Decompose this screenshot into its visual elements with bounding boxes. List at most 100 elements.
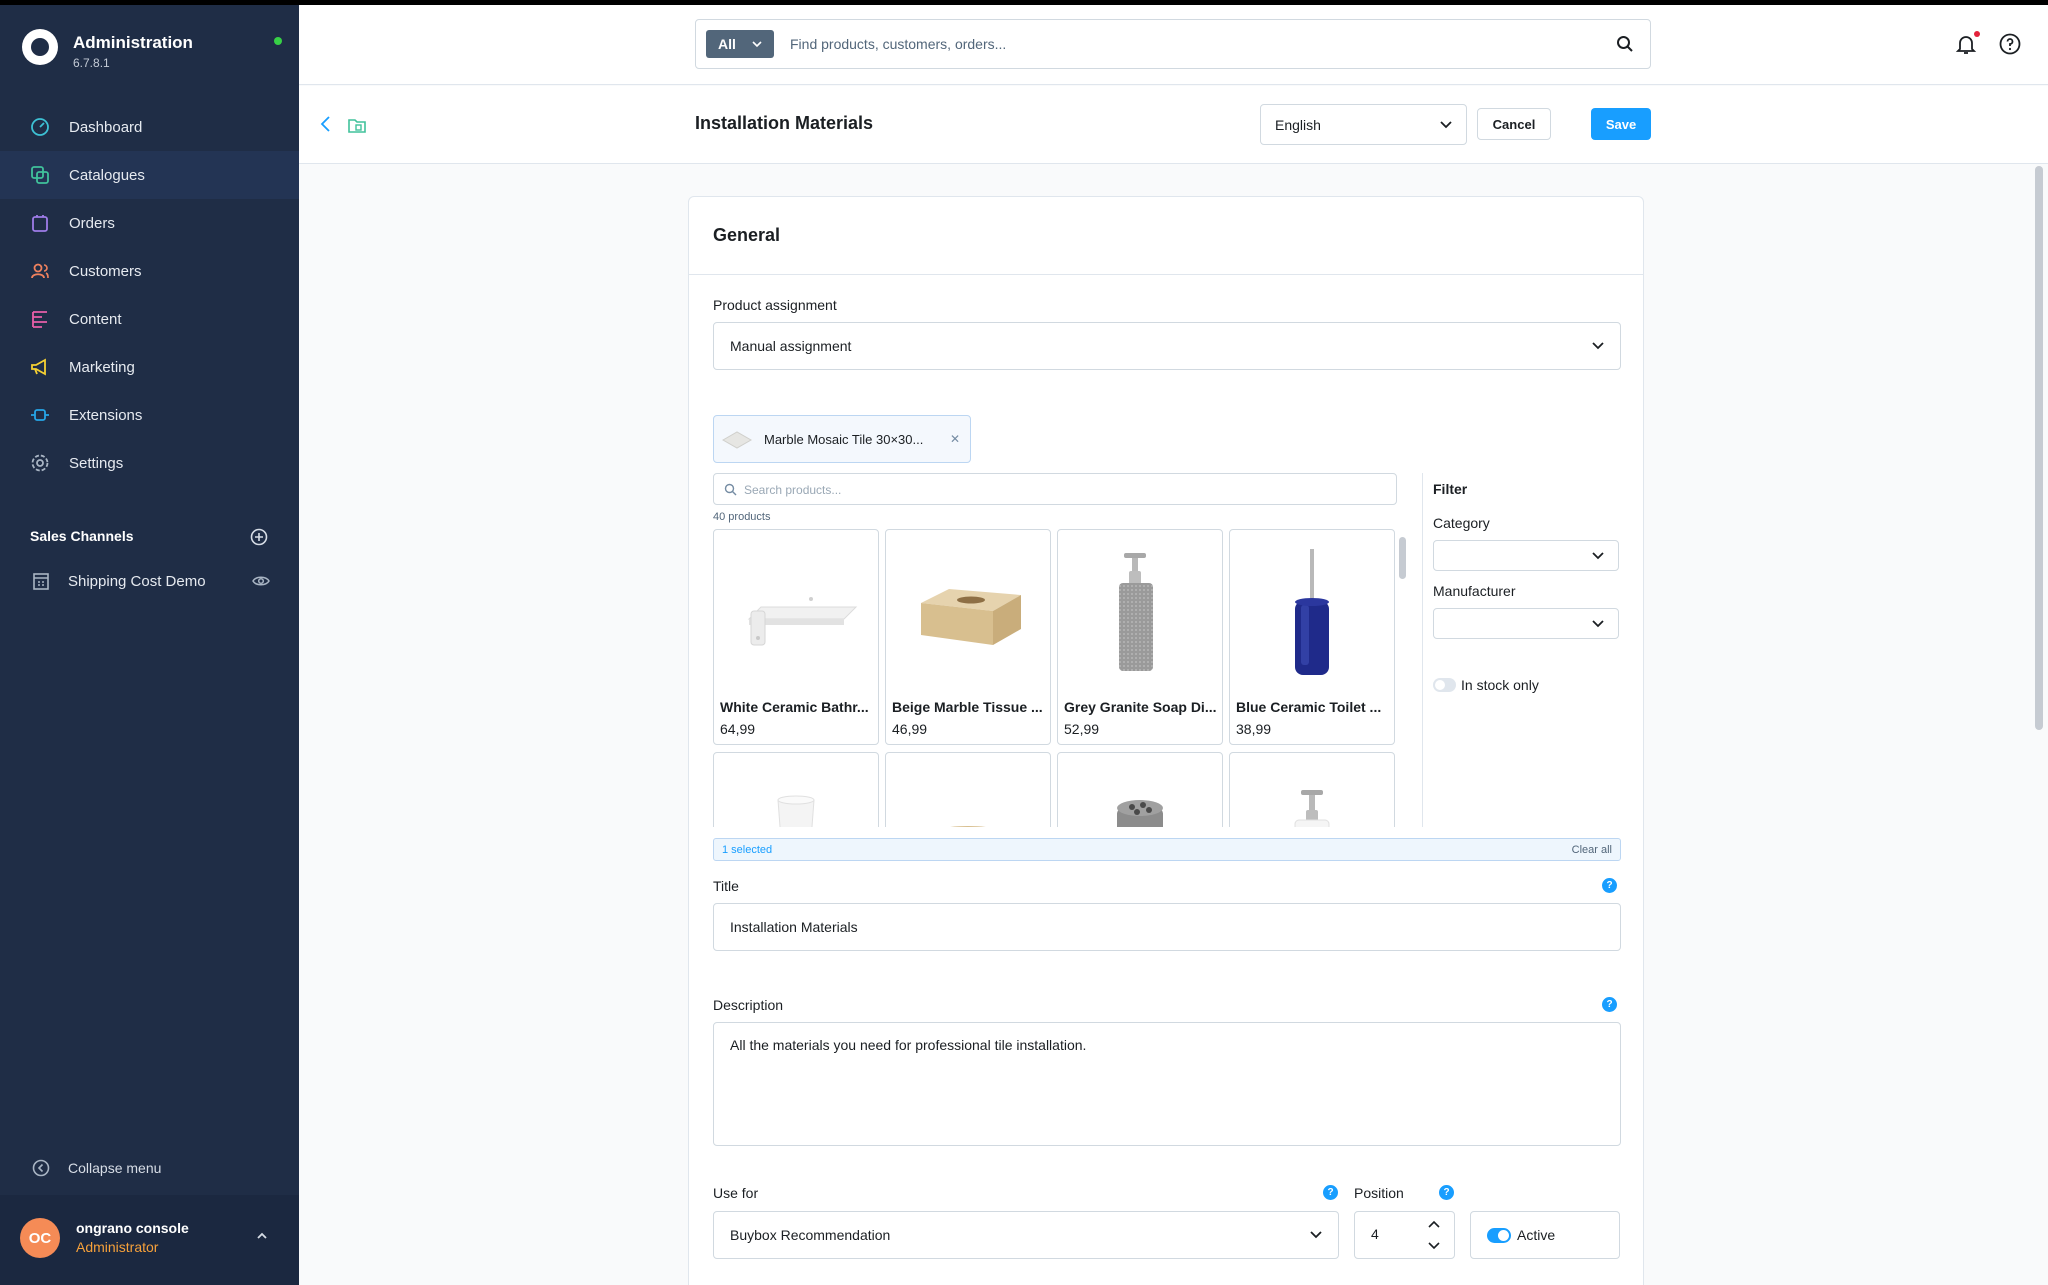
nav-item-dashboard[interactable]: Dashboard — [0, 103, 299, 151]
customers-icon — [29, 260, 51, 282]
save-button[interactable]: Save — [1591, 108, 1651, 140]
product-assignment-select[interactable]: Manual assignment — [713, 322, 1621, 370]
page-scrollbar[interactable] — [2035, 166, 2043, 730]
product-search — [713, 473, 1397, 505]
cancel-button[interactable]: Cancel — [1477, 108, 1551, 140]
nav-item-orders[interactable]: Orders — [0, 199, 299, 247]
title-input[interactable] — [713, 903, 1621, 951]
description-help-icon[interactable]: ? — [1602, 997, 1617, 1012]
nav-item-marketing[interactable]: Marketing — [0, 343, 299, 391]
clear-all-button[interactable]: Clear all — [1572, 844, 1612, 856]
chevron-down-icon — [1592, 552, 1604, 560]
nav-item-customers[interactable]: Customers — [0, 247, 299, 295]
product-price: 64,99 — [720, 721, 756, 737]
product-name: Beige Marble Tissue ... — [892, 699, 1043, 715]
search-icon — [724, 483, 737, 496]
general-card: General Product assignment Manual assign… — [688, 196, 1644, 1285]
back-arrow-icon[interactable] — [317, 114, 335, 134]
product-price: 46,99 — [892, 721, 928, 737]
product-price: 38,99 — [1236, 721, 1272, 737]
nav-item-settings[interactable]: Settings — [0, 439, 299, 487]
user-menu[interactable]: OC ongrano console Administrator — [0, 1195, 299, 1285]
card-title: General — [713, 225, 781, 245]
nav-label: Dashboard — [69, 118, 143, 136]
product-assignment-label: Product assignment — [713, 297, 837, 313]
selected-count[interactable]: 1 selected — [722, 844, 772, 856]
search-type-dropdown[interactable]: All — [706, 30, 774, 58]
use-for-label: Use for — [713, 1185, 759, 1201]
product-image — [715, 531, 877, 691]
help-icon[interactable] — [1998, 32, 2022, 56]
storefront-icon — [30, 570, 52, 592]
use-for-help-icon[interactable]: ? — [1323, 1185, 1338, 1200]
active-label: Active — [1517, 1227, 1556, 1243]
dashboard-icon — [29, 116, 51, 138]
product-card[interactable] — [713, 752, 879, 827]
position-help-icon[interactable]: ? — [1439, 1185, 1454, 1200]
sales-channel-item[interactable]: Shipping Cost Demo — [30, 570, 270, 592]
settings-icon — [29, 452, 51, 474]
user-name: ongrano console — [76, 1220, 189, 1236]
use-for-select[interactable]: Buybox Recommendation — [713, 1211, 1339, 1259]
active-switch-field: Active — [1470, 1211, 1620, 1259]
product-grid-scrollbar[interactable] — [1399, 537, 1406, 579]
nav-label: Marketing — [69, 358, 135, 376]
category-filter-select[interactable] — [1433, 540, 1619, 571]
nav-label: Orders — [69, 214, 115, 232]
close-icon[interactable]: ✕ — [950, 432, 960, 446]
in-stock-toggle[interactable] — [1433, 678, 1456, 692]
nav-label: Settings — [69, 454, 124, 472]
sidebar: Administration 6.7.8.1 Dashboard Catalog… — [0, 5, 299, 1285]
selected-product-chip[interactable]: Marble Mosaic Tile 30×30... ✕ — [713, 415, 971, 463]
marketing-icon — [29, 356, 51, 378]
position-label: Position — [1354, 1185, 1404, 1201]
product-card[interactable]: Blue Ceramic Toilet ... 38,99 — [1229, 529, 1395, 745]
selection-bar: 1 selected Clear all — [713, 838, 1621, 861]
title-help-icon[interactable]: ? — [1602, 878, 1617, 893]
active-toggle[interactable] — [1487, 1228, 1511, 1243]
category-filter-label: Category — [1433, 515, 1490, 531]
main-nav: Dashboard Catalogues Orders Customers Co… — [0, 103, 299, 487]
collapse-menu-button[interactable]: Collapse menu — [30, 1157, 161, 1179]
product-search-input[interactable] — [744, 481, 1344, 499]
chevron-up-icon[interactable] — [255, 1229, 269, 1243]
description-textarea[interactable]: All the materials you need for professio… — [713, 1022, 1621, 1146]
orders-icon — [29, 212, 51, 234]
manufacturer-filter-select[interactable] — [1433, 608, 1619, 639]
manufacturer-filter-label: Manufacturer — [1433, 583, 1516, 599]
language-switch[interactable]: English — [1260, 104, 1467, 145]
position-stepper[interactable]: 4 — [1354, 1211, 1455, 1259]
product-name: Grey Granite Soap Di... — [1064, 699, 1217, 715]
product-image — [1231, 754, 1393, 827]
title-label: Title — [713, 878, 739, 894]
eye-icon[interactable] — [252, 573, 270, 589]
top-header: All — [299, 5, 2048, 85]
product-card[interactable]: White Ceramic Bathr... 64,99 — [713, 529, 879, 745]
chevron-up-icon[interactable] — [1428, 1220, 1440, 1228]
collapse-menu-label: Collapse menu — [68, 1160, 162, 1176]
sales-channel-label: Shipping Cost Demo — [68, 572, 206, 590]
product-card[interactable] — [1057, 752, 1223, 827]
product-card[interactable]: Beige Marble Tissue ... 46,99 — [885, 529, 1051, 745]
search-icon[interactable] — [1616, 35, 1634, 53]
in-stock-label: In stock only — [1461, 677, 1539, 693]
extensions-icon — [29, 404, 51, 426]
nav-item-extensions[interactable]: Extensions — [0, 391, 299, 439]
search-input[interactable] — [790, 32, 1590, 56]
product-count: 40 products — [713, 511, 771, 523]
product-card[interactable]: Grey Granite Soap Di... 52,99 — [1057, 529, 1223, 745]
category-folder-icon[interactable] — [347, 115, 367, 135]
chevron-down-icon[interactable] — [1428, 1242, 1440, 1250]
notification-dot — [1974, 31, 1980, 37]
global-search: All — [695, 19, 1651, 69]
nav-label: Extensions — [69, 406, 143, 424]
product-image — [1059, 754, 1221, 827]
product-grid: White Ceramic Bathr... 64,99 Beige Marbl… — [713, 529, 1397, 827]
nav-item-content[interactable]: Content — [0, 295, 299, 343]
product-card[interactable] — [885, 752, 1051, 827]
brand[interactable]: Administration 6.7.8.1 — [22, 27, 282, 77]
add-sales-channel-icon[interactable] — [250, 528, 268, 546]
product-card[interactable] — [1229, 752, 1395, 827]
nav-item-catalogues[interactable]: Catalogues — [0, 151, 299, 199]
product-image — [887, 531, 1049, 691]
